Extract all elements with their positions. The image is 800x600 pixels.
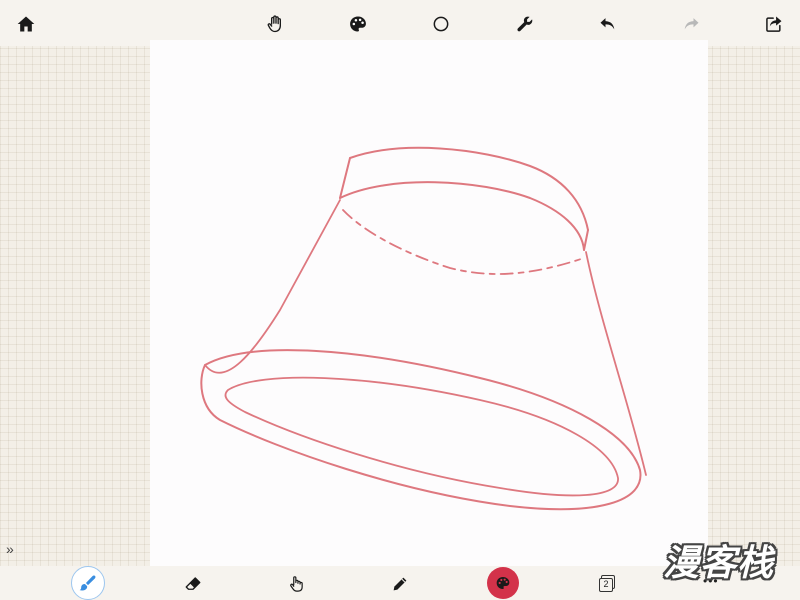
redo-icon[interactable] [680,13,702,35]
lamp-shade-sketch [200,146,647,511]
palette-icon[interactable] [347,13,369,35]
color-icon [496,577,510,589]
home-icon[interactable] [15,13,37,35]
smudge-tool-button[interactable] [286,574,306,594]
color-picker-button[interactable] [487,567,519,599]
brush-icon [79,575,96,591]
eraser-icon [185,577,201,590]
hand-icon[interactable] [264,13,286,35]
share-icon[interactable] [763,13,785,35]
layers-button[interactable]: 2 [599,575,617,593]
expand-icon: » [6,541,14,557]
circle-icon[interactable] [430,13,452,35]
brush-tool-button[interactable] [71,566,105,600]
layer-count: 2 [599,578,613,592]
pencil-tool-button[interactable] [390,574,410,594]
smudge-icon [290,576,303,592]
undo-icon[interactable] [597,13,619,35]
drawing-canvas[interactable] [150,40,708,568]
expand-panel-button[interactable]: » [6,541,22,557]
pencil-icon [393,577,407,591]
watermark-logo: 漫客栈 [663,543,775,584]
eraser-tool-button[interactable] [183,574,203,594]
wrench-icon[interactable] [514,13,536,35]
